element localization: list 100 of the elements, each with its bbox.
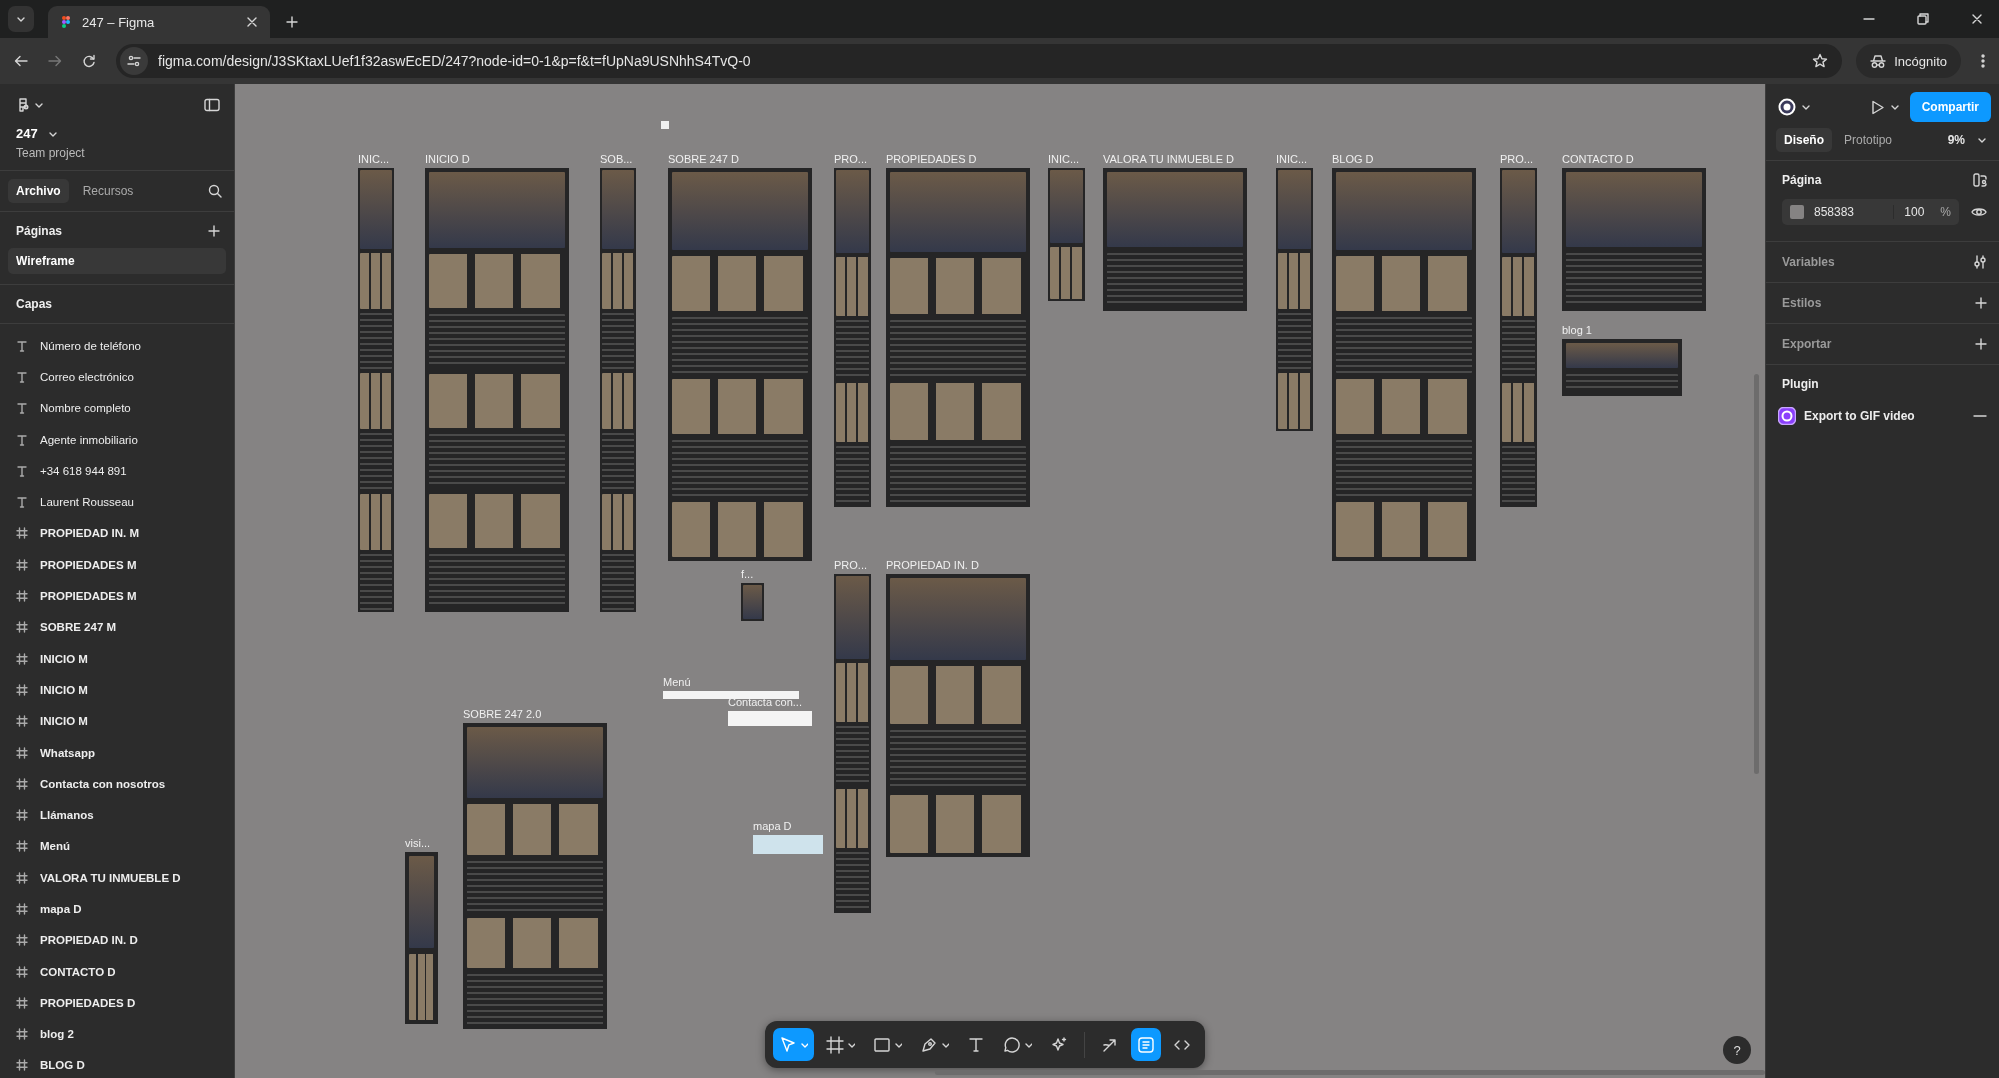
layer-item[interactable]: BLOG D — [0, 1049, 234, 1078]
browser-tab[interactable]: 247 – Figma — [48, 6, 270, 38]
help-button[interactable]: ? — [1723, 1036, 1751, 1064]
scroll-bar[interactable] — [1754, 374, 1759, 774]
panel-tab[interactable]: Prototipo — [1836, 128, 1901, 152]
bookmark-star-icon[interactable] — [1812, 53, 1829, 69]
text-layer-icon — [16, 496, 28, 509]
layer-item[interactable]: Llámanos — [0, 799, 234, 831]
restore-icon[interactable] — [1917, 13, 1929, 25]
layer-item[interactable]: Laurent Rousseau — [0, 486, 234, 518]
add-icon[interactable] — [1975, 338, 1987, 350]
layer-item[interactable]: Nombre completo — [0, 392, 234, 424]
panel-tab[interactable]: Archivo — [8, 179, 69, 203]
layer-item[interactable]: INICIO M — [0, 705, 234, 737]
layer-item[interactable]: PROPIEDADES M — [0, 549, 234, 581]
visibility-eye-icon[interactable] — [1971, 205, 1987, 219]
add-icon[interactable] — [208, 225, 220, 237]
frame-layer-icon — [16, 965, 28, 978]
layer-item[interactable]: PROPIEDADES M — [0, 580, 234, 612]
panel-toggle-icon[interactable] — [204, 98, 220, 112]
reload-icon[interactable] — [82, 54, 96, 68]
text-layer-icon — [16, 464, 28, 477]
percent-sign: % — [1940, 205, 1951, 219]
section-heading: Exportar — [1782, 337, 1832, 351]
layer-item[interactable]: PROPIEDADES D — [0, 987, 234, 1019]
layer-item[interactable]: INICIO M — [0, 674, 234, 706]
forward-icon[interactable] — [48, 54, 62, 68]
plugin-name[interactable]: Export to GIF video — [1804, 409, 1915, 423]
chevron-down-icon — [1977, 136, 1987, 144]
color-field[interactable]: 858383 100 % — [1782, 199, 1959, 225]
pen-tool-icon[interactable] — [920, 1035, 938, 1054]
scroll-bar[interactable] — [935, 1070, 1765, 1075]
layer-item[interactable]: SOBRE 247 M — [0, 611, 234, 643]
frame-layer-icon — [16, 777, 28, 790]
address-bar[interactable]: figma.com/design/J3SKtaxLUef1f32aswEcED/247?node-id=0-1&p=f&t=fUpNa9USNhhS4TvQ-0 — [116, 44, 1843, 78]
move-tool-icon[interactable] — [779, 1035, 797, 1054]
plugin-icon[interactable] — [1778, 407, 1796, 425]
text-tool-icon[interactable] — [967, 1035, 985, 1054]
frame-layer-icon — [16, 715, 28, 728]
layer-item[interactable]: +34 618 944 891 — [0, 455, 234, 487]
layer-item[interactable]: Correo electrónico — [0, 361, 234, 393]
section-heading: Página — [1782, 173, 1822, 187]
layer-item[interactable]: PROPIEDAD IN. D — [0, 924, 234, 956]
layer-item[interactable]: PROPIEDAD IN. M — [0, 517, 234, 550]
page-mockup-drawing — [741, 583, 764, 621]
frame-tool-icon[interactable] — [826, 1035, 844, 1054]
tab-list-button[interactable] — [8, 6, 34, 32]
frame-layer-icon — [16, 871, 28, 884]
more-menu-icon[interactable] — [1981, 54, 1985, 68]
close-icon[interactable] — [246, 16, 258, 28]
frame-layer-icon — [16, 621, 28, 634]
layer-item[interactable]: mapa D — [0, 893, 234, 925]
site-settings-icon[interactable] — [127, 54, 141, 68]
small-square-shape — [661, 121, 669, 129]
zoom-dropdown[interactable]: 9% — [1947, 133, 1987, 147]
layer-item[interactable]: Agente inmobiliario — [0, 423, 234, 456]
section-heading: Variables — [1782, 255, 1835, 269]
frame-layer-icon — [16, 746, 28, 759]
layer-item[interactable]: VALORA TU INMUEBLE D — [0, 862, 234, 894]
file-name[interactable]: 247 — [16, 126, 38, 141]
design-mode-icon[interactable] — [1137, 1035, 1155, 1054]
chevron-down-icon — [34, 101, 44, 109]
figma-menu-icon — [16, 98, 30, 112]
layer-item[interactable]: INICIO M — [0, 642, 234, 675]
hex-value[interactable]: 858383 — [1814, 205, 1855, 219]
layer-item[interactable]: Whatsapp — [0, 736, 234, 769]
layer-item[interactable]: Número de teléfono — [0, 330, 234, 362]
layer-item[interactable]: CONTACTO D — [0, 955, 234, 988]
text-layer-icon — [16, 433, 28, 446]
frame-label[interactable]: blog 1 — [1562, 324, 1592, 337]
comment-tool-icon[interactable] — [1003, 1035, 1021, 1054]
main-menu-button[interactable] — [16, 98, 44, 112]
new-tab-icon[interactable] — [286, 16, 298, 28]
sliders-icon[interactable] — [1973, 255, 1987, 269]
incognito-icon — [1870, 53, 1887, 69]
rectangle-tool-icon[interactable] — [873, 1035, 891, 1054]
panel-tab[interactable]: Diseño — [1776, 128, 1832, 152]
close-icon[interactable] — [1971, 13, 1983, 25]
incognito-button[interactable]: Incógnito — [1856, 44, 1961, 78]
library-icon[interactable] — [1973, 173, 1987, 187]
back-icon[interactable] — [14, 54, 28, 68]
opacity-value[interactable]: 100 — [1893, 205, 1925, 219]
user-menu-button[interactable] — [1778, 98, 1811, 116]
page-item[interactable]: Wireframe — [8, 248, 226, 274]
color-swatch[interactable] — [1790, 205, 1804, 219]
layer-item[interactable]: Menú — [0, 830, 234, 863]
layer-item[interactable]: blog 2 — [0, 1018, 234, 1050]
frame-layer-icon — [16, 652, 28, 665]
avatar-icon — [1778, 98, 1796, 116]
section-heading: Plugin — [1782, 377, 1820, 391]
panel-tab[interactable]: Recursos — [74, 179, 142, 203]
frame-layer-icon — [16, 1028, 28, 1041]
present-button[interactable] — [1869, 99, 1900, 115]
chevron-down-icon — [1801, 103, 1811, 111]
search-icon[interactable] — [208, 184, 222, 198]
text-layer-icon — [16, 339, 28, 352]
layer-item[interactable]: Contacta con nosotros — [0, 768, 234, 800]
section-heading: Páginas — [16, 224, 63, 238]
add-icon[interactable] — [1975, 297, 1987, 309]
frame-layer-icon — [16, 1059, 28, 1072]
